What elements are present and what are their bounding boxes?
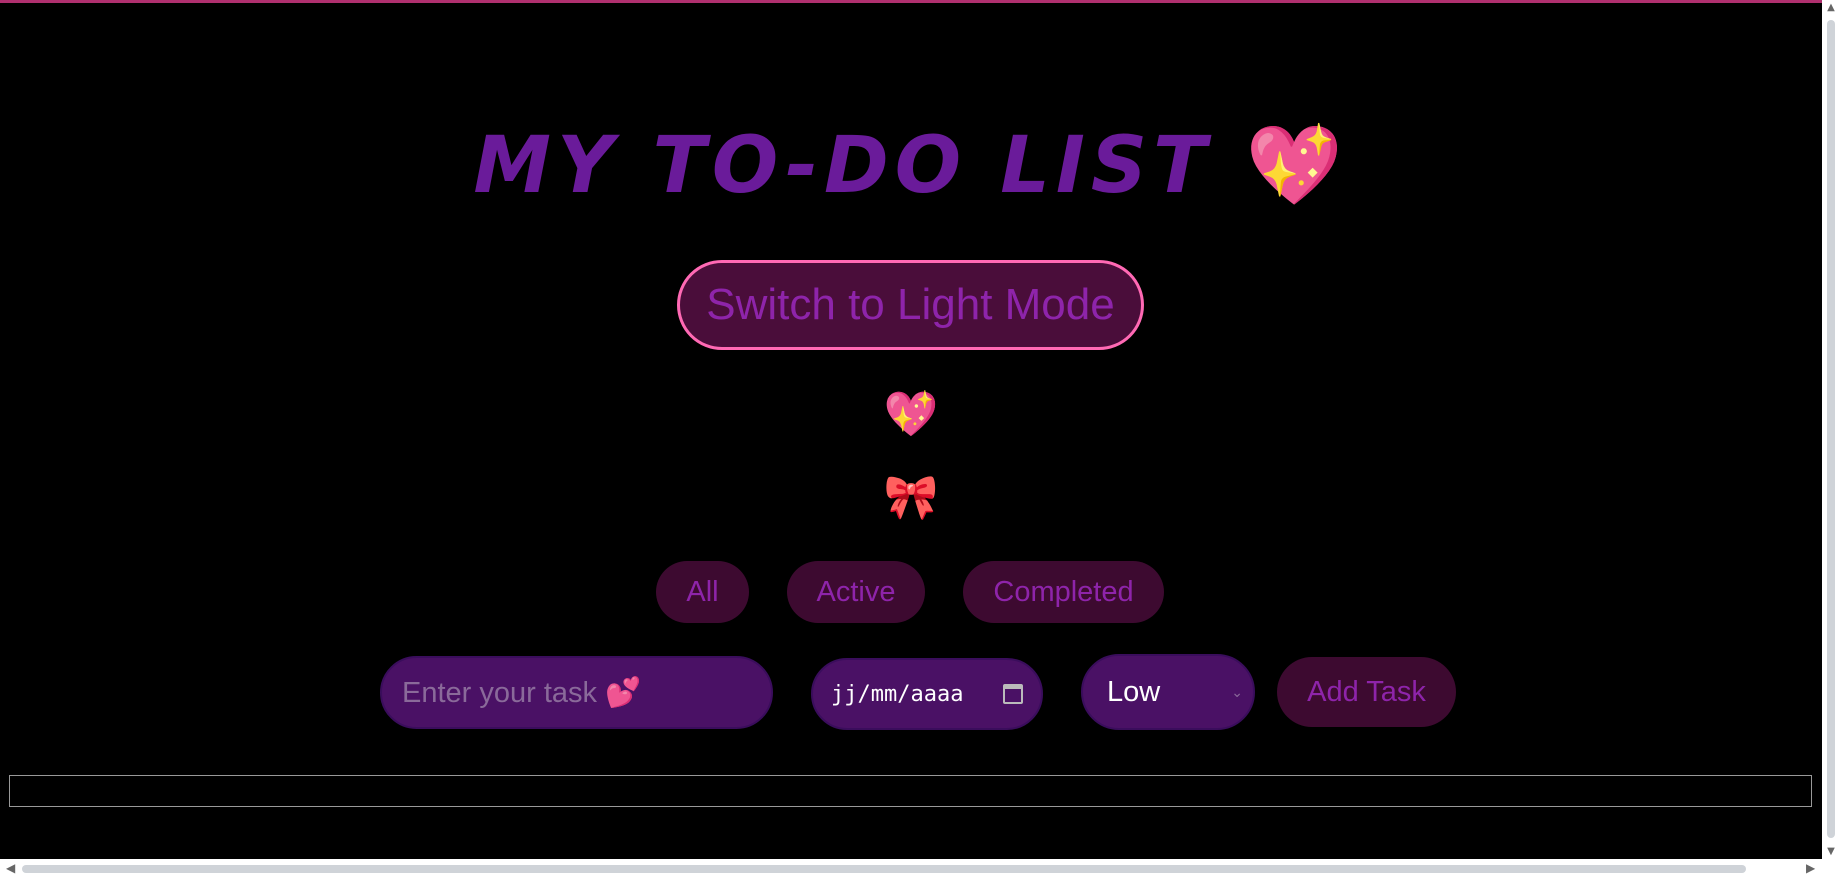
filter-all-button[interactable]: All [656, 561, 749, 623]
filter-completed-button[interactable]: Completed [963, 561, 1164, 623]
horizontal-scrollbar[interactable]: ◀ ▶ [0, 859, 1840, 878]
due-date-input[interactable]: jj/mm/aaaa [811, 658, 1043, 730]
vertical-scroll-thumb[interactable] [1827, 20, 1835, 838]
scroll-left-arrow-icon[interactable]: ◀ [6, 861, 15, 875]
page-title-text: MY TO-DO LIST [473, 121, 1213, 211]
vertical-scrollbar[interactable]: ▲ ▼ [1822, 0, 1840, 859]
priority-select[interactable]: Low ⌄ [1081, 654, 1255, 730]
app-viewport: MY TO-DO LIST 💖 Switch to Light Mode 💖 🎀… [0, 0, 1822, 859]
theme-toggle-button[interactable]: Switch to Light Mode [677, 260, 1144, 350]
scroll-right-arrow-icon[interactable]: ▶ [1806, 861, 1815, 875]
scroll-down-arrow-icon[interactable]: ▼ [1822, 846, 1840, 857]
task-list [9, 775, 1812, 807]
ribbon-bow-icon: 🎀 [883, 472, 939, 523]
calendar-icon[interactable] [1003, 684, 1023, 704]
horizontal-scroll-thumb[interactable] [22, 865, 1746, 873]
task-input-placeholder: Enter your task 💕 [402, 676, 642, 709]
sparkling-heart-icon: 💖 [883, 389, 939, 440]
due-date-placeholder: jj/mm/aaaa [831, 681, 964, 707]
task-input[interactable]: Enter your task 💕 [380, 656, 773, 729]
page-title: MY TO-DO LIST 💖 [0, 121, 1822, 212]
sparkling-heart-icon: 💖 [1245, 121, 1349, 211]
chevron-down-icon: ⌄ [1231, 683, 1243, 700]
filter-active-button[interactable]: Active [787, 561, 925, 623]
scroll-up-arrow-icon[interactable]: ▲ [1822, 2, 1840, 13]
priority-selected-value: Low [1107, 675, 1161, 708]
add-task-button[interactable]: Add Task [1277, 657, 1456, 727]
